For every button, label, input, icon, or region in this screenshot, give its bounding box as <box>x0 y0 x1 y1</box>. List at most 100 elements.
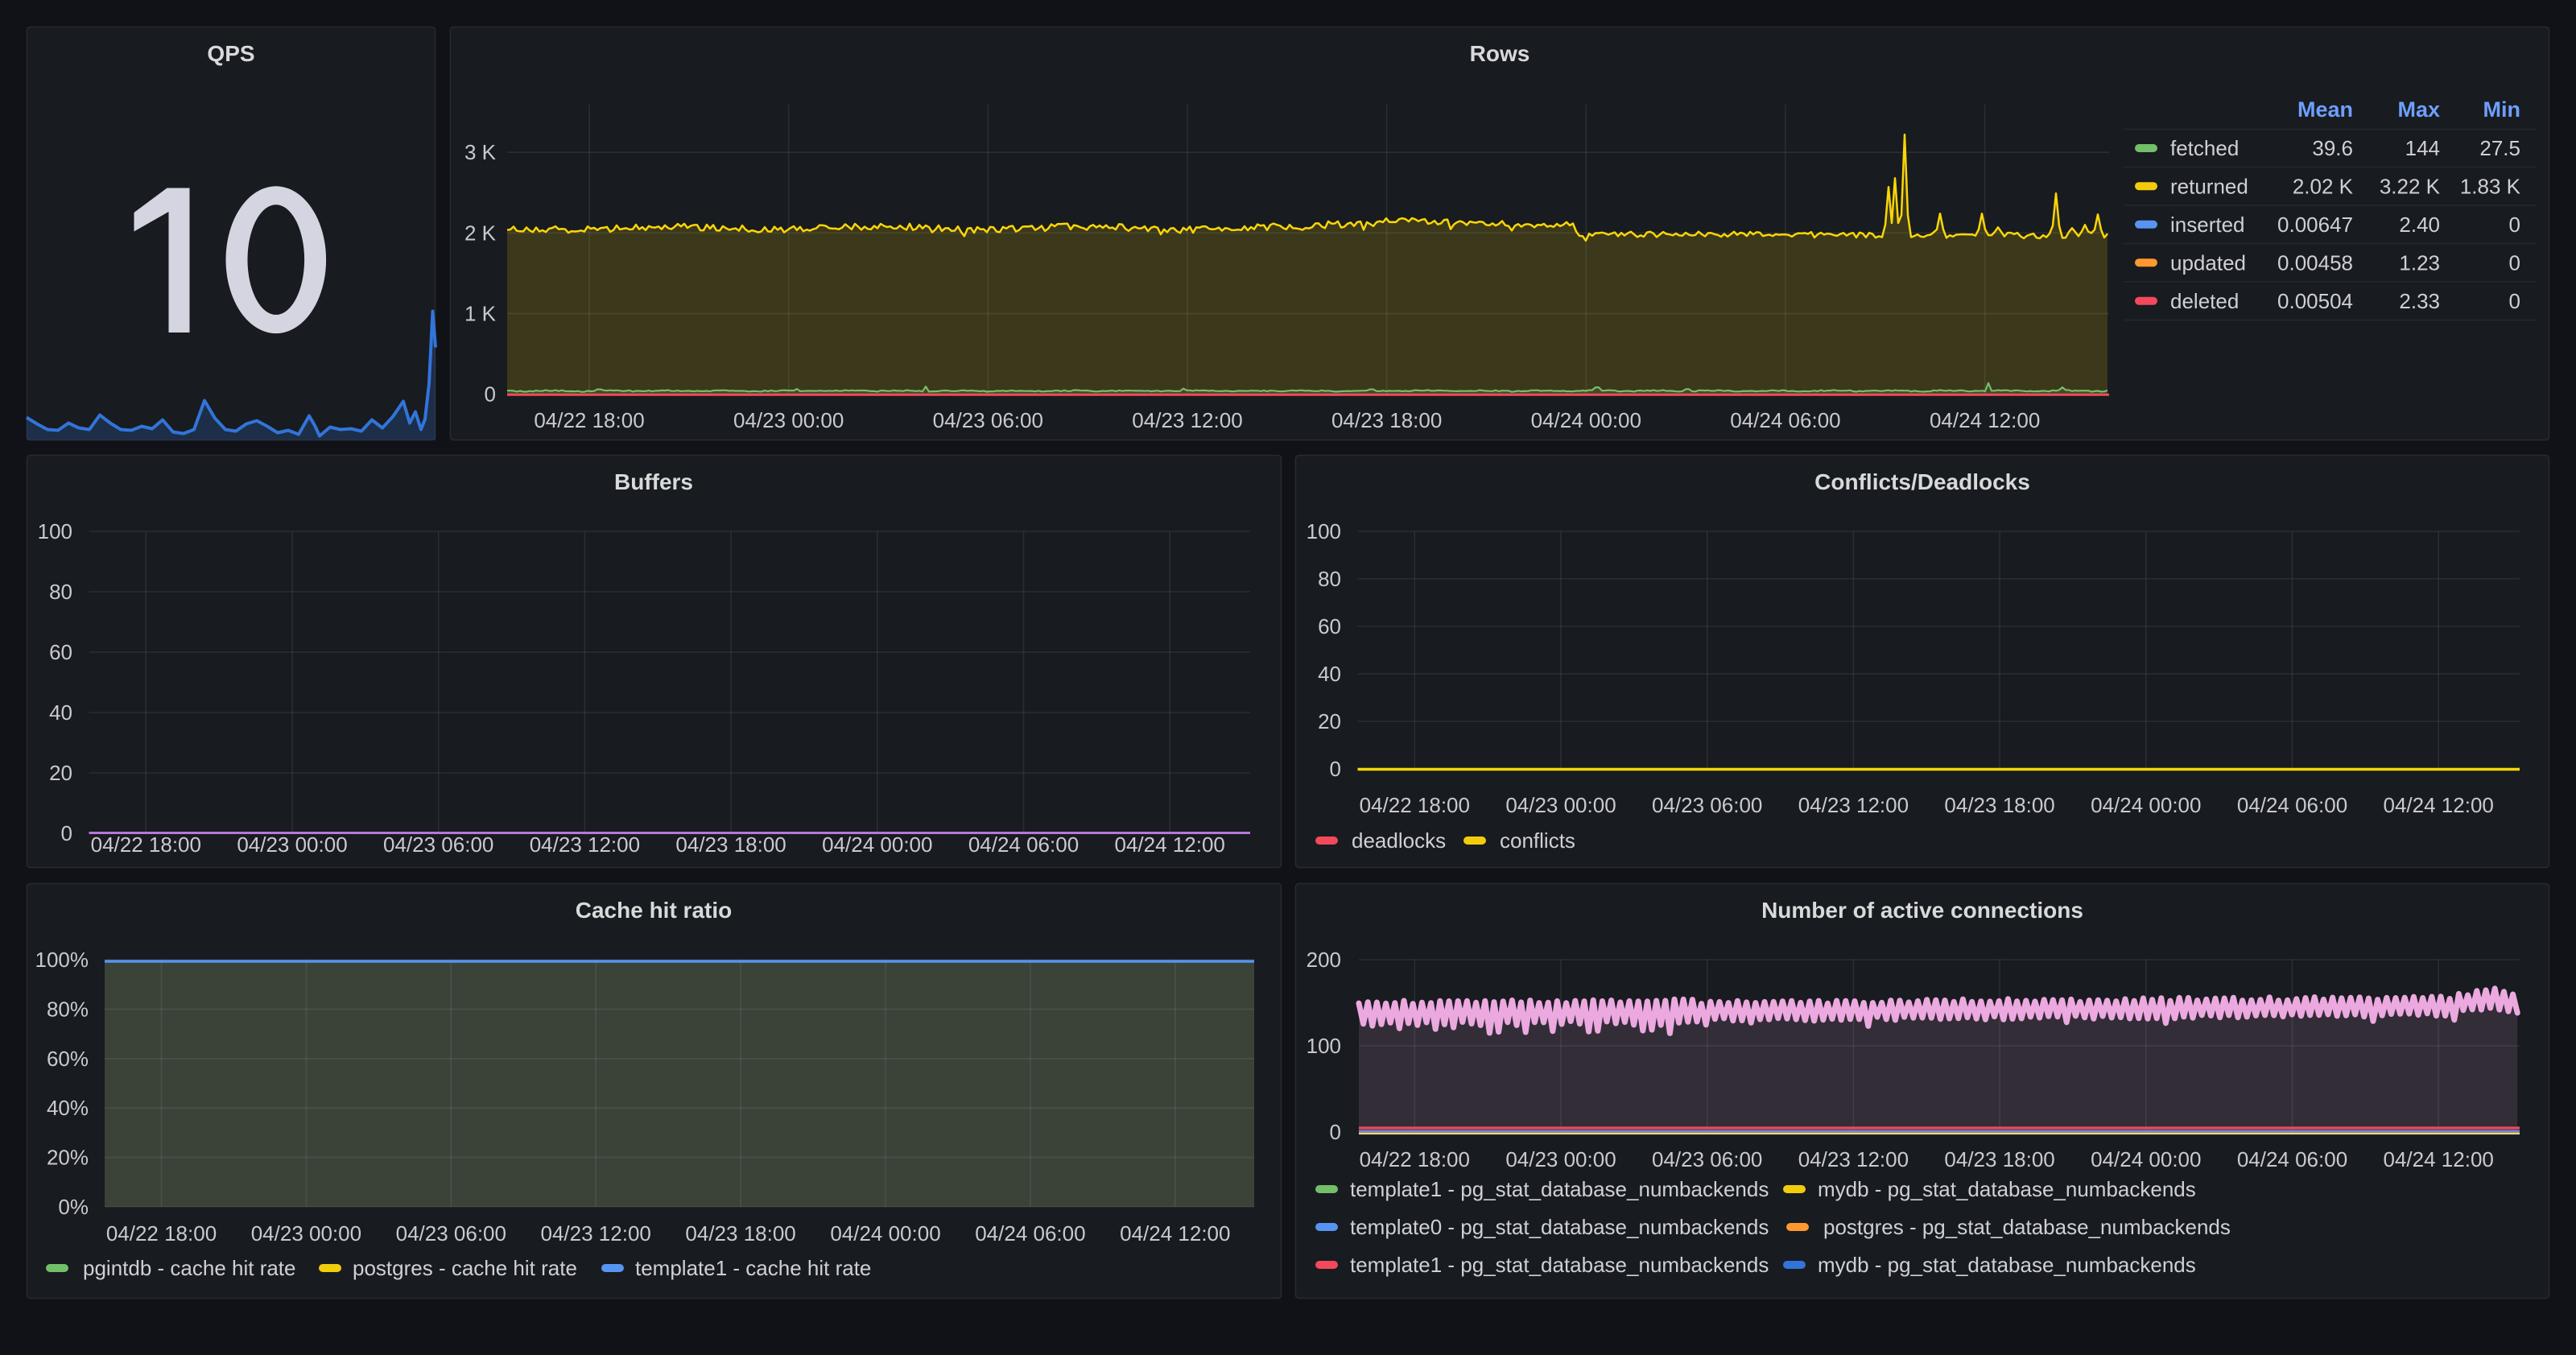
svg-text:100: 100 <box>1307 519 1341 543</box>
svg-text:template0 - pg_stat_database_n: template0 - pg_stat_database_numbackends <box>1350 1215 1769 1239</box>
svg-text:Buffers: Buffers <box>614 469 693 494</box>
svg-text:Conflicts/Deadlocks: Conflicts/Deadlocks <box>1814 469 2030 494</box>
svg-text:04/23 18:00: 04/23 18:00 <box>1944 1147 2054 1171</box>
svg-text:04/23 00:00: 04/23 00:00 <box>733 408 844 432</box>
svg-text:fetched: fetched <box>2170 136 2239 160</box>
svg-text:04/24 06:00: 04/24 06:00 <box>975 1221 1085 1246</box>
svg-text:100: 100 <box>1307 1034 1341 1058</box>
svg-text:Mean: Mean <box>2297 97 2353 122</box>
svg-text:20%: 20% <box>47 1146 89 1170</box>
svg-text:04/24 00:00: 04/24 00:00 <box>822 832 932 857</box>
svg-text:Rows: Rows <box>1470 41 1530 66</box>
svg-text:04/22 18:00: 04/22 18:00 <box>1360 1147 1470 1171</box>
svg-text:144: 144 <box>2405 136 2440 160</box>
svg-text:40: 40 <box>1318 662 1341 686</box>
svg-text:returned: returned <box>2170 174 2248 198</box>
svg-text:0: 0 <box>485 382 496 407</box>
svg-text:mydb - pg_stat_database_numbac: mydb - pg_stat_database_numbackends <box>1818 1177 2196 1201</box>
svg-text:40: 40 <box>49 700 72 725</box>
svg-text:template1 - pg_stat_database_n: template1 - pg_stat_database_numbackends <box>1350 1177 1769 1201</box>
svg-text:2.02 K: 2.02 K <box>2293 174 2354 198</box>
svg-text:1.83 K: 1.83 K <box>2460 174 2521 198</box>
svg-text:0: 0 <box>2509 213 2520 237</box>
svg-text:deadlocks: deadlocks <box>1352 828 1446 853</box>
svg-text:20: 20 <box>1318 709 1341 733</box>
svg-text:04/23 06:00: 04/23 06:00 <box>396 1221 506 1246</box>
svg-text:04/24 12:00: 04/24 12:00 <box>1115 832 1225 857</box>
svg-text:04/24 12:00: 04/24 12:00 <box>2384 1147 2494 1171</box>
svg-text:conflicts: conflicts <box>1500 828 1575 853</box>
svg-text:0: 0 <box>2509 289 2520 313</box>
svg-text:04/24 00:00: 04/24 00:00 <box>830 1221 940 1246</box>
svg-text:20: 20 <box>49 761 72 785</box>
svg-text:04/23 18:00: 04/23 18:00 <box>675 832 786 857</box>
svg-text:postgres - cache hit rate: postgres - cache hit rate <box>353 1256 577 1280</box>
svg-text:04/23 06:00: 04/23 06:00 <box>933 408 1043 432</box>
svg-text:0.00647: 0.00647 <box>2277 213 2353 237</box>
svg-text:mydb - pg_stat_database_numbac: mydb - pg_stat_database_numbackends <box>1818 1253 2196 1277</box>
svg-text:Number of active connections: Number of active connections <box>1761 898 2083 923</box>
svg-text:04/23 06:00: 04/23 06:00 <box>383 832 493 857</box>
svg-text:04/23 12:00: 04/23 12:00 <box>530 832 640 857</box>
svg-text:QPS: QPS <box>207 41 254 66</box>
svg-text:04/24 06:00: 04/24 06:00 <box>2237 1147 2347 1171</box>
svg-text:04/23 06:00: 04/23 06:00 <box>1652 1147 1762 1171</box>
svg-text:04/24 06:00: 04/24 06:00 <box>1730 408 1840 432</box>
svg-text:1.23: 1.23 <box>2399 250 2440 275</box>
svg-text:3 K: 3 K <box>464 140 497 164</box>
svg-text:0: 0 <box>1330 1120 1341 1144</box>
svg-text:04/23 12:00: 04/23 12:00 <box>1798 793 1909 817</box>
svg-text:27.5: 27.5 <box>2479 136 2520 160</box>
svg-text:60%: 60% <box>47 1047 89 1071</box>
svg-text:60: 60 <box>1318 614 1341 638</box>
svg-text:Cache hit ratio: Cache hit ratio <box>576 898 732 923</box>
svg-text:80: 80 <box>1318 567 1341 591</box>
svg-text:04/22 18:00: 04/22 18:00 <box>1360 793 1470 817</box>
svg-text:60: 60 <box>49 640 72 664</box>
svg-text:04/24 00:00: 04/24 00:00 <box>2091 793 2201 817</box>
svg-text:Max: Max <box>2397 97 2440 122</box>
svg-text:template1 - cache hit rate: template1 - cache hit rate <box>635 1256 871 1280</box>
svg-text:2.40: 2.40 <box>2399 213 2440 237</box>
svg-text:80: 80 <box>49 580 72 604</box>
svg-text:04/23 00:00: 04/23 00:00 <box>251 1221 361 1246</box>
svg-text:04/22 18:00: 04/22 18:00 <box>534 408 644 432</box>
svg-text:0.00504: 0.00504 <box>2277 289 2353 313</box>
svg-text:04/24 12:00: 04/24 12:00 <box>1930 408 2040 432</box>
svg-text:04/23 00:00: 04/23 00:00 <box>1505 793 1616 817</box>
svg-text:100%: 100% <box>35 948 89 972</box>
svg-text:Min: Min <box>2483 97 2521 122</box>
svg-text:04/23 00:00: 04/23 00:00 <box>1505 1147 1616 1171</box>
svg-text:40%: 40% <box>47 1096 89 1120</box>
svg-text:200: 200 <box>1307 948 1341 972</box>
svg-text:2 K: 2 K <box>464 221 497 245</box>
svg-text:04/24 00:00: 04/24 00:00 <box>1531 408 1641 432</box>
svg-text:04/23 06:00: 04/23 06:00 <box>1652 793 1762 817</box>
svg-text:3.22 K: 3.22 K <box>2380 174 2441 198</box>
svg-text:100: 100 <box>38 519 72 543</box>
svg-text:04/23 18:00: 04/23 18:00 <box>1331 408 1442 432</box>
svg-text:0%: 0% <box>58 1195 89 1219</box>
svg-text:1 K: 1 K <box>464 301 497 325</box>
svg-text:0: 0 <box>61 821 72 845</box>
svg-text:postgres - pg_stat_database_nu: postgres - pg_stat_database_numbackends <box>1823 1215 2231 1239</box>
svg-text:04/23 12:00: 04/23 12:00 <box>1798 1147 1909 1171</box>
svg-text:04/23 12:00: 04/23 12:00 <box>1132 408 1242 432</box>
svg-text:04/24 12:00: 04/24 12:00 <box>2384 793 2494 817</box>
svg-text:04/23 18:00: 04/23 18:00 <box>685 1221 795 1246</box>
svg-text:deleted: deleted <box>2170 289 2239 313</box>
svg-text:04/23 18:00: 04/23 18:00 <box>1944 793 2054 817</box>
svg-text:2.33: 2.33 <box>2399 289 2440 313</box>
svg-text:pgintdb - cache hit rate: pgintdb - cache hit rate <box>83 1256 296 1280</box>
svg-text:80%: 80% <box>47 997 89 1021</box>
svg-text:template1 - pg_stat_database_n: template1 - pg_stat_database_numbackends <box>1350 1253 1769 1277</box>
svg-text:0.00458: 0.00458 <box>2277 250 2353 275</box>
svg-text:04/24 00:00: 04/24 00:00 <box>2091 1147 2201 1171</box>
svg-text:updated: updated <box>2170 250 2246 275</box>
svg-text:04/22 18:00: 04/22 18:00 <box>106 1221 217 1246</box>
svg-text:inserted: inserted <box>2170 213 2245 237</box>
svg-text:04/24 12:00: 04/24 12:00 <box>1120 1221 1230 1246</box>
svg-text:0: 0 <box>1330 757 1341 781</box>
svg-text:0: 0 <box>2509 250 2520 275</box>
svg-text:04/23 12:00: 04/23 12:00 <box>541 1221 651 1246</box>
